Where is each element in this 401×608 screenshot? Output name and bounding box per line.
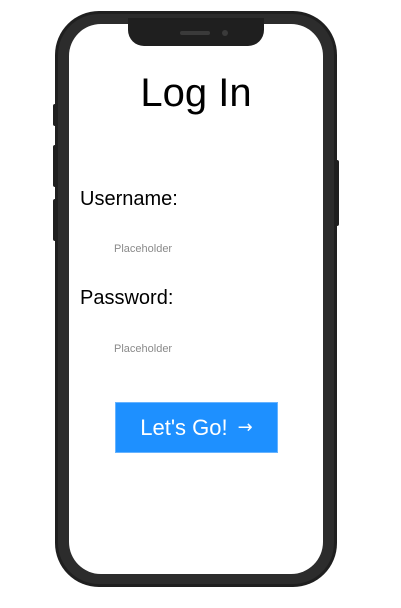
username-label: Username: bbox=[80, 188, 178, 210]
password-input[interactable] bbox=[108, 338, 288, 360]
lets-go-button-label: Let's Go! bbox=[140, 414, 228, 440]
page-title: Log In bbox=[140, 71, 252, 115]
lets-go-button[interactable]: Let's Go! → bbox=[115, 402, 278, 453]
password-label: Password: bbox=[80, 287, 174, 309]
arrow-right-icon: → bbox=[237, 416, 253, 438]
username-input[interactable] bbox=[108, 238, 288, 260]
speaker-grille bbox=[180, 31, 210, 35]
stage: Log In Username: Password: Let's Go! → bbox=[0, 0, 401, 608]
front-camera-icon bbox=[222, 30, 228, 36]
